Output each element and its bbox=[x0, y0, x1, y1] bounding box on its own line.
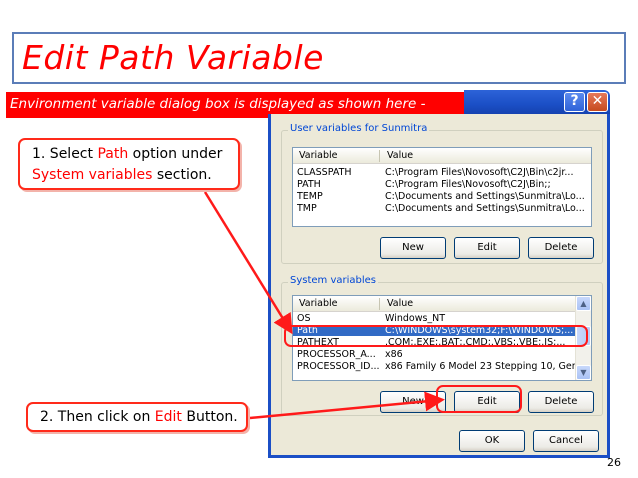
step1-line1: 1. Select Path option under bbox=[32, 146, 222, 162]
step1-prefix: 1. Select bbox=[32, 146, 98, 162]
page-number: 26 bbox=[607, 456, 621, 469]
step2-line: 2. Then click on Edit Button. bbox=[40, 409, 238, 425]
step1-system-variables-highlight: System variables bbox=[32, 167, 153, 183]
step2-edit-highlight: Edit bbox=[154, 409, 182, 425]
step1-suffix: section. bbox=[152, 167, 212, 183]
arrow-to-path-row bbox=[203, 191, 293, 335]
step1-middle: option under bbox=[128, 146, 223, 162]
step1-line2: System variables section. bbox=[32, 167, 212, 183]
step2-callout: 2. Then click on Edit Button. bbox=[26, 402, 248, 432]
step1-callout: 1. Select Path option under System varia… bbox=[18, 138, 240, 190]
step1-path-highlight: Path bbox=[97, 146, 129, 162]
step2-prefix: 2. Then click on bbox=[40, 409, 155, 425]
step2-suffix: Button. bbox=[181, 409, 238, 425]
arrow-to-edit-button bbox=[249, 391, 445, 420]
